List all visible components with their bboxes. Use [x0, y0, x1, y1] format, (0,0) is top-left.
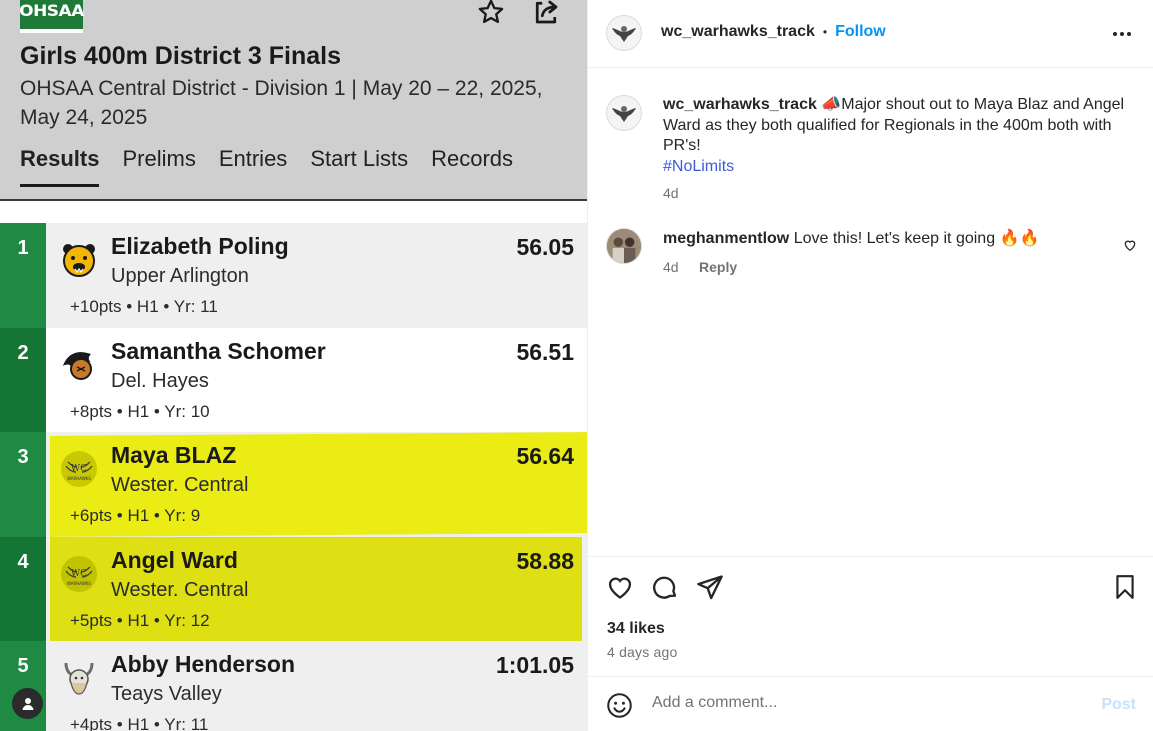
svg-text:WARHAWKS: WARHAWKS	[67, 581, 91, 586]
reply-button[interactable]: Reply	[699, 259, 737, 275]
results-tabs: Results Prelims Entries Start Lists Reco…	[20, 146, 513, 187]
caption-avatar[interactable]	[606, 95, 642, 131]
star-icon[interactable]	[475, 0, 507, 28]
tab-start-lists[interactable]: Start Lists	[310, 146, 408, 187]
caption-username[interactable]: wc_warhawks_track	[663, 96, 817, 113]
instagram-post-panel: wc_warhawks_track • Follow wc_warhawks_t…	[587, 0, 1153, 731]
megaphone-icon: 📣	[821, 96, 842, 113]
rank: 2	[0, 327, 46, 432]
user-profile-icon[interactable]	[12, 688, 43, 719]
post-age: 4 days ago	[607, 644, 678, 660]
school-name: Upper Arlington	[111, 265, 249, 287]
athlete-name[interactable]: Elizabeth Poling	[111, 233, 289, 260]
warhawks-logo-icon: WC WARHAWKS	[60, 555, 98, 593]
result-mark: 56.05	[516, 234, 574, 260]
viking-mascot-icon	[62, 659, 100, 697]
comment-like-icon[interactable]	[1123, 238, 1137, 257]
result-meta: +6pts • H1 • Yr: 9	[70, 506, 201, 525]
tab-results[interactable]: Results	[20, 146, 100, 187]
share-icon[interactable]	[530, 0, 562, 28]
athlete-name[interactable]: Angel Ward	[111, 547, 238, 574]
warhawks-logo-icon: WC WARHAWKS	[60, 450, 98, 488]
comment: meghanmentlow Love this! Let's keep it g…	[663, 229, 1103, 278]
rank: 3	[0, 432, 46, 537]
bear-mascot-icon	[60, 241, 98, 279]
results-header: OHSAA Girls 400m District 3 Finals OHSAA…	[0, 0, 587, 201]
page-title: Girls 400m District 3 Finals	[20, 42, 341, 70]
results-list: 1 Elizabeth Poling Upper Arlington +10pt…	[0, 223, 587, 731]
svg-text:WC: WC	[71, 569, 87, 579]
add-comment-bar: Post	[588, 676, 1153, 731]
result-row[interactable]: 2 Samantha Schomer Del. Hayes +8pts • H1…	[0, 327, 587, 432]
rank: 4	[0, 536, 46, 641]
post-caption: wc_warhawks_track 📣Major shout out to Ma…	[663, 95, 1138, 204]
result-mark: 56.51	[516, 338, 574, 365]
post-header: wc_warhawks_track • Follow	[588, 0, 1153, 68]
pacer-mascot-icon	[60, 346, 98, 384]
tab-prelims[interactable]: Prelims	[122, 146, 195, 187]
result-mark: 58.88	[516, 547, 574, 574]
commenter-avatar[interactable]	[606, 228, 642, 264]
school-name: Teays Valley	[111, 683, 222, 705]
school-name: Wester. Central	[111, 578, 249, 601]
share-paper-plane-icon[interactable]	[695, 572, 725, 602]
school-name: Del. Hayes	[111, 369, 209, 392]
comment-text: Love this! Let's keep it going 🔥🔥	[793, 230, 1040, 247]
athlete-name[interactable]: Samantha Schomer	[111, 338, 326, 365]
athlete-name[interactable]: Abby Henderson	[111, 651, 295, 678]
result-meta: +10pts • H1 • Yr: 11	[70, 297, 218, 316]
result-mark: 1:01.05	[495, 652, 574, 678]
result-row[interactable]: 1 Elizabeth Poling Upper Arlington +10pt…	[0, 223, 587, 328]
result-meta: +4pts • H1 • Yr: 11	[70, 715, 209, 731]
header-divider	[0, 199, 587, 201]
result-row[interactable]: 3 WC WARHAWKS Maya BLAZ Wester. Central +…	[0, 432, 587, 537]
comment-input[interactable]	[652, 694, 1072, 712]
bookmark-icon[interactable]	[1110, 572, 1140, 602]
rank: 1	[0, 223, 46, 328]
result-meta: +8pts • H1 • Yr: 10	[70, 401, 210, 421]
result-row[interactable]: 4 WC WARHAWKS Angel Ward Wester. Central …	[0, 536, 587, 643]
result-mark: 56.64	[516, 443, 574, 469]
school-name: Wester. Central	[111, 474, 249, 496]
likes-count[interactable]: 34 likes	[607, 620, 665, 638]
result-row[interactable]: 5 Abby Henderson Teays Valley +4pts • H1…	[0, 641, 587, 731]
meet-subtitle: OHSAA Central District - Division 1 | Ma…	[20, 77, 543, 129]
separator-dot: •	[822, 25, 828, 39]
emoji-icon[interactable]	[606, 692, 633, 724]
athlete-name[interactable]: Maya BLAZ	[111, 442, 236, 469]
post-image: OHSAA Girls 400m District 3 Finals OHSAA…	[0, 0, 587, 731]
ohsaa-logo: OHSAA	[19, 0, 84, 33]
account-avatar[interactable]	[606, 15, 642, 51]
hashtag-link[interactable]: #NoLimits	[663, 157, 1138, 178]
comment-age: 4d	[663, 259, 679, 275]
caption-age: 4d	[663, 185, 679, 201]
tab-records[interactable]: Records	[431, 146, 513, 187]
post-comment-button[interactable]: Post	[1101, 696, 1136, 714]
account-username[interactable]: wc_warhawks_track	[661, 23, 815, 41]
comment-bubble-icon[interactable]	[650, 572, 680, 602]
more-options-icon[interactable]	[1112, 24, 1132, 49]
result-meta: +5pts • H1 • Yr: 12	[70, 610, 210, 630]
svg-text:WARHAWKS: WARHAWKS	[67, 476, 91, 481]
like-heart-icon[interactable]	[605, 572, 635, 602]
follow-button[interactable]: Follow	[835, 23, 886, 41]
commenter-username[interactable]: meghanmentlow	[663, 230, 789, 247]
svg-text:WC: WC	[71, 464, 87, 474]
tab-entries[interactable]: Entries	[219, 146, 287, 187]
